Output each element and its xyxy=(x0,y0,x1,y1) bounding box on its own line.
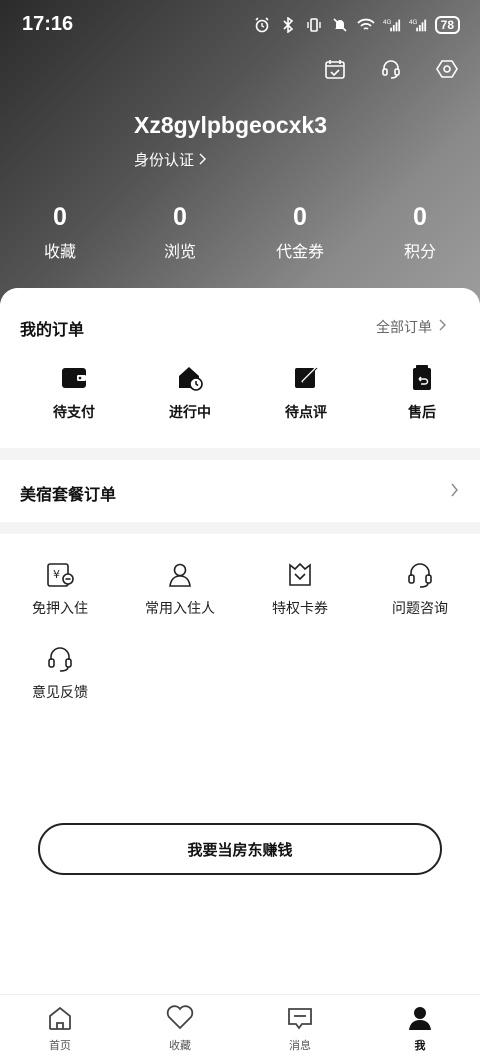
services-grid: ¥ 免押入住 常用入住人 特权卡券 问题咨询 意见反馈 xyxy=(0,560,480,728)
order-pending-payment[interactable]: 待支付 xyxy=(16,364,132,422)
stat-favorites[interactable]: 0 收藏 xyxy=(0,200,120,262)
alarm-icon xyxy=(253,16,271,34)
signal-icon-2: 4G xyxy=(409,16,427,34)
bluetooth-icon xyxy=(279,16,297,34)
customer-service-icon[interactable] xyxy=(378,56,404,82)
order-pending-review[interactable]: 待点评 xyxy=(248,364,364,422)
header-actions xyxy=(322,56,460,82)
tab-label: 收藏 xyxy=(169,1039,191,1052)
svg-text:4G: 4G xyxy=(383,19,392,26)
stat-value: 0 xyxy=(173,203,187,231)
profile-stats: 0 收藏 0 浏览 0 代金券 0 积分 xyxy=(0,200,480,262)
tab-label: 我 xyxy=(414,1039,426,1052)
service-privilege-coupons[interactable]: 特权卡券 xyxy=(240,560,360,644)
chevron-right-icon xyxy=(450,482,458,501)
all-orders-label: 全部订单 xyxy=(376,320,432,336)
message-icon xyxy=(285,1003,315,1033)
status-time: 17:16 xyxy=(22,13,74,35)
tab-favorites[interactable]: 收藏 xyxy=(120,995,240,1058)
stat-value: 0 xyxy=(293,203,307,231)
bottom-tab-bar: 首页 收藏 消息 我 xyxy=(0,994,480,1058)
tab-home[interactable]: 首页 xyxy=(0,995,120,1058)
status-bar: 17:16 4G 4G 78 xyxy=(0,0,480,50)
username: Xz8gylpbgeocxk3 xyxy=(134,112,328,138)
signal-icon-1: 4G xyxy=(383,16,401,34)
crown-coupon-icon xyxy=(285,560,315,590)
person-icon xyxy=(405,1003,435,1033)
tab-messages[interactable]: 消息 xyxy=(240,995,360,1058)
all-orders-link[interactable]: 全部订单 xyxy=(376,317,446,337)
stat-points[interactable]: 0 积分 xyxy=(360,200,480,262)
svg-text:¥: ¥ xyxy=(53,568,60,581)
chevron-right-icon xyxy=(438,319,446,335)
service-feedback[interactable]: 意见反馈 xyxy=(0,644,120,728)
service-frequent-guests[interactable]: 常用入住人 xyxy=(120,560,240,644)
stat-value: 0 xyxy=(53,203,67,231)
chevron-right-icon xyxy=(198,151,207,169)
order-status-label: 待支付 xyxy=(53,405,95,421)
tab-label: 消息 xyxy=(289,1039,311,1052)
wallet-icon xyxy=(60,364,88,392)
stat-browsing[interactable]: 0 浏览 xyxy=(120,200,240,262)
vibrate-icon xyxy=(305,16,323,34)
order-status-row: 待支付 进行中 待点评 售后 xyxy=(0,364,480,422)
house-clock-icon xyxy=(176,364,204,392)
stat-vouchers[interactable]: 0 代金券 xyxy=(240,200,360,262)
order-status-label: 待点评 xyxy=(285,405,327,421)
wifi-icon xyxy=(356,16,375,34)
battery-indicator: 78 xyxy=(434,16,460,34)
service-label: 意见反馈 xyxy=(32,685,88,701)
home-icon xyxy=(45,1003,75,1033)
order-status-label: 进行中 xyxy=(169,405,211,421)
stat-label: 代金券 xyxy=(275,242,324,261)
stat-label: 浏览 xyxy=(163,242,196,261)
stat-label: 收藏 xyxy=(43,242,76,261)
service-label: 特权卡券 xyxy=(272,601,328,617)
order-in-progress[interactable]: 进行中 xyxy=(132,364,248,422)
heart-icon xyxy=(165,1003,195,1033)
calendar-check-icon[interactable] xyxy=(322,56,348,82)
after-sales-icon xyxy=(408,364,436,392)
service-label: 常用入住人 xyxy=(145,601,215,617)
stat-value: 0 xyxy=(413,203,427,231)
svg-text:4G: 4G xyxy=(409,19,418,26)
settings-icon[interactable] xyxy=(434,56,460,82)
review-icon xyxy=(292,364,320,392)
tab-label: 首页 xyxy=(49,1039,71,1052)
service-inquiry[interactable]: 问题咨询 xyxy=(360,560,480,644)
identity-verify-label: 身份认证 xyxy=(134,151,195,169)
deposit-free-icon: ¥ xyxy=(45,560,75,590)
service-label: 问题咨询 xyxy=(392,601,448,617)
identity-verify-link[interactable]: 身份认证 xyxy=(134,149,207,170)
become-host-button[interactable]: 我要当房东赚钱 xyxy=(38,823,442,875)
status-icons: 4G 4G 78 xyxy=(253,12,460,38)
service-label: 免押入住 xyxy=(32,601,88,617)
headset-icon xyxy=(405,560,435,590)
service-deposit-free[interactable]: ¥ 免押入住 xyxy=(0,560,120,644)
tab-me[interactable]: 我 xyxy=(360,995,480,1058)
bnb-package-orders-row[interactable]: 美宿套餐订单 xyxy=(0,460,480,522)
stat-label: 积分 xyxy=(403,242,436,261)
my-orders-card: 我的订单 全部订单 待支付 进行中 待点评 售后 xyxy=(0,288,480,448)
order-status-label: 售后 xyxy=(408,405,436,421)
bnb-orders-title: 美宿套餐订单 xyxy=(20,485,117,504)
feedback-headset-icon xyxy=(45,644,75,674)
mute-icon xyxy=(331,16,349,34)
orders-title: 我的订单 xyxy=(20,320,85,339)
order-after-sales[interactable]: 售后 xyxy=(364,364,480,422)
services-section: ¥ 免押入住 常用入住人 特权卡券 问题咨询 意见反馈 xyxy=(0,534,480,1058)
guest-icon xyxy=(165,560,195,590)
